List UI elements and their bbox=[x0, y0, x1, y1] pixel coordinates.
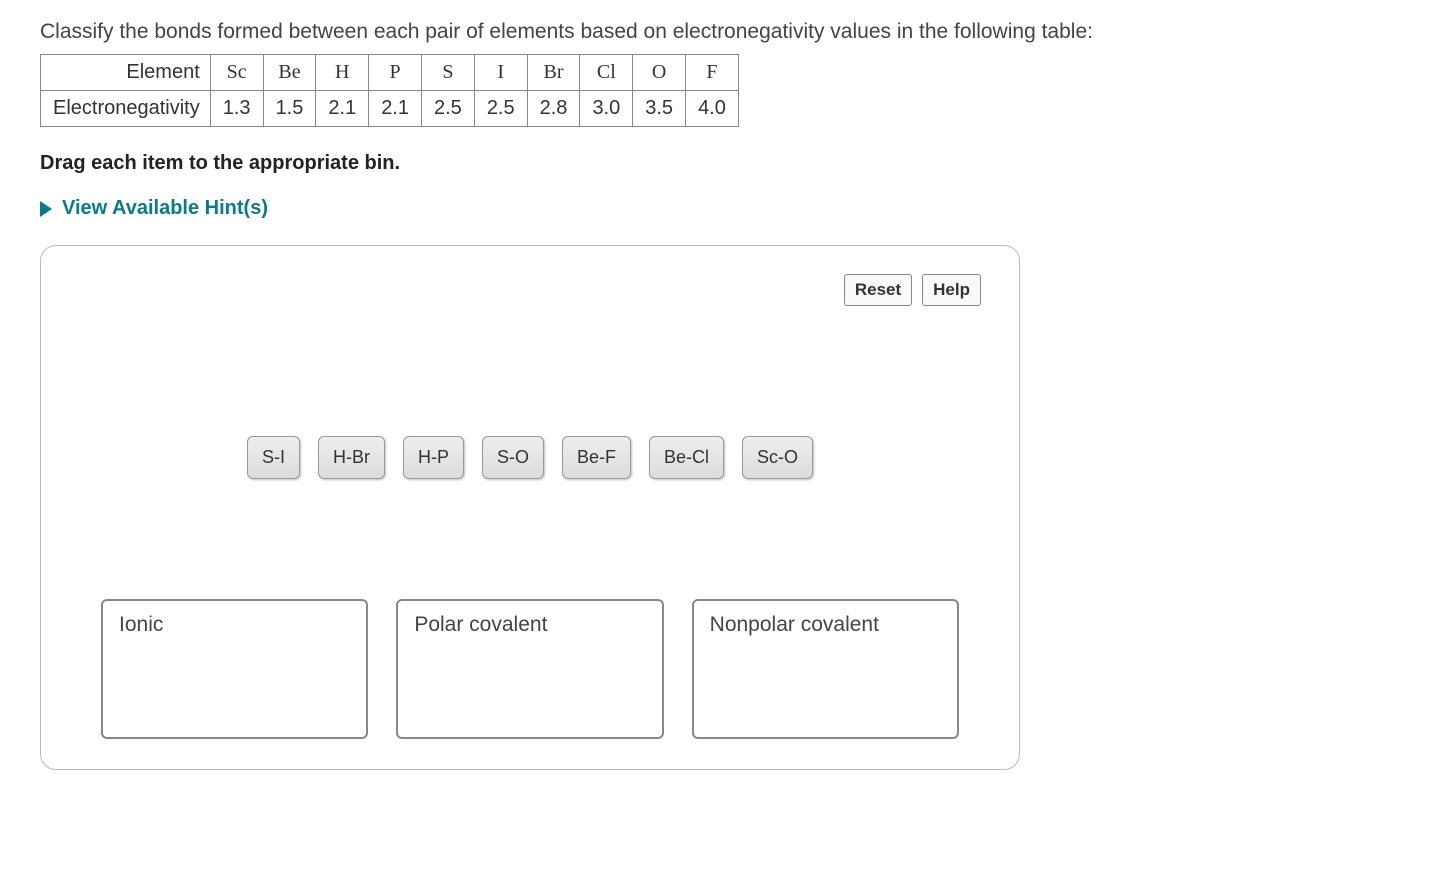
draggable-h-p[interactable]: H-P bbox=[403, 436, 464, 479]
element-cell: F bbox=[686, 55, 739, 91]
draggable-sc-o[interactable]: Sc-O bbox=[742, 436, 813, 479]
draggable-h-br[interactable]: H-Br bbox=[318, 436, 385, 479]
hints-label: View Available Hint(s) bbox=[62, 197, 268, 220]
toolbar: Reset Help bbox=[844, 274, 981, 306]
bin-title: Polar covalent bbox=[414, 613, 645, 637]
value-cell: 2.5 bbox=[474, 91, 527, 127]
draggable-be-f[interactable]: Be-F bbox=[562, 436, 631, 479]
draggable-s-o[interactable]: S-O bbox=[482, 436, 544, 479]
draggable-items-row: S-I H-Br H-P S-O Be-F Be-Cl Sc-O bbox=[71, 436, 989, 479]
value-cell: 1.3 bbox=[210, 91, 263, 127]
table-row-elements: Element Sc Be H P S I Br Cl O F bbox=[41, 55, 739, 91]
element-cell: Cl bbox=[580, 55, 633, 91]
value-cell: 4.0 bbox=[686, 91, 739, 127]
element-cell: O bbox=[633, 55, 686, 91]
row-label-en: Electronegativity bbox=[41, 91, 211, 127]
element-cell: P bbox=[369, 55, 422, 91]
drag-instruction: Drag each item to the appropriate bin. bbox=[40, 152, 1390, 175]
bin-title: Nonpolar covalent bbox=[710, 613, 941, 637]
triangle-right-icon bbox=[40, 201, 52, 217]
draggable-s-i[interactable]: S-I bbox=[247, 436, 300, 479]
element-cell: Be bbox=[263, 55, 316, 91]
value-cell: 2.5 bbox=[422, 91, 475, 127]
draggable-be-cl[interactable]: Be-Cl bbox=[649, 436, 724, 479]
table-row-values: Electronegativity 1.3 1.5 2.1 2.1 2.5 2.… bbox=[41, 91, 739, 127]
value-cell: 3.5 bbox=[633, 91, 686, 127]
bin-title: Ionic bbox=[119, 613, 350, 637]
element-cell: Br bbox=[527, 55, 580, 91]
element-cell: Sc bbox=[210, 55, 263, 91]
bin-ionic[interactable]: Ionic bbox=[101, 599, 368, 739]
hints-toggle[interactable]: View Available Hint(s) bbox=[40, 197, 1390, 220]
help-button[interactable]: Help bbox=[922, 274, 981, 306]
value-cell: 2.1 bbox=[316, 91, 369, 127]
bin-nonpolar-covalent[interactable]: Nonpolar covalent bbox=[692, 599, 959, 739]
element-cell: H bbox=[316, 55, 369, 91]
reset-button[interactable]: Reset bbox=[844, 274, 912, 306]
value-cell: 1.5 bbox=[263, 91, 316, 127]
row-label-element: Element bbox=[41, 55, 211, 91]
value-cell: 3.0 bbox=[580, 91, 633, 127]
bins-row: Ionic Polar covalent Nonpolar covalent bbox=[71, 599, 989, 739]
bin-polar-covalent[interactable]: Polar covalent bbox=[396, 599, 663, 739]
value-cell: 2.1 bbox=[369, 91, 422, 127]
question-prompt: Classify the bonds formed between each p… bbox=[40, 20, 1390, 44]
value-cell: 2.8 bbox=[527, 91, 580, 127]
answer-area: Reset Help S-I H-Br H-P S-O Be-F Be-Cl S… bbox=[40, 245, 1020, 770]
element-cell: I bbox=[474, 55, 527, 91]
element-cell: S bbox=[422, 55, 475, 91]
electronegativity-table: Element Sc Be H P S I Br Cl O F Electron… bbox=[40, 54, 739, 127]
